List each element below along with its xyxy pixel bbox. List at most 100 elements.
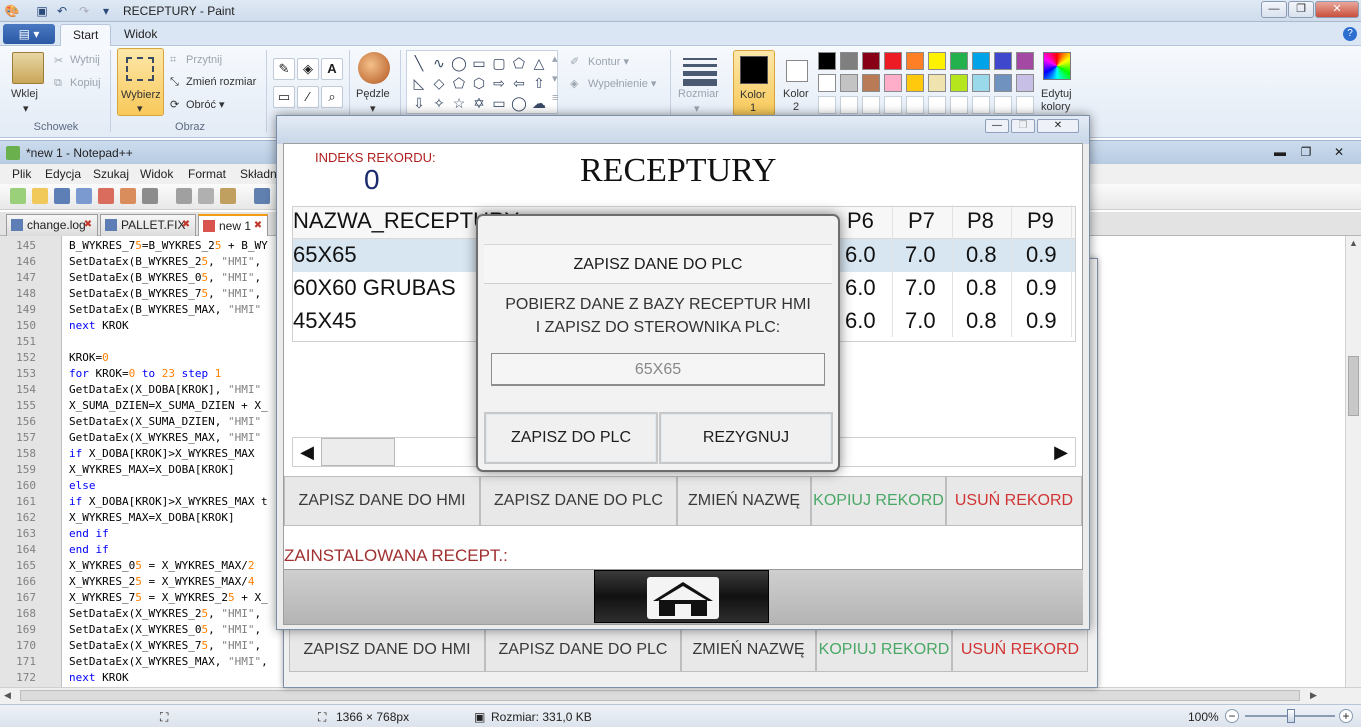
right-arrow-shape-icon[interactable]: ⇨ [489,73,509,93]
copy-icon[interactable]: ⧉ [54,77,62,90]
back-rename-button[interactable]: ZMIEŃ NAZWĘ [681,628,816,672]
code-line[interactable]: SetDataEx(B_WYKRES_25, "HMI", [69,255,261,268]
paint-file-menu-button[interactable]: ▤ ▾ [3,24,55,44]
code-line[interactable]: X_WYKRES_MAX=X_DOBA[KROK] [69,463,235,476]
maximize-button[interactable]: ❐ [1288,1,1314,18]
code-line[interactable]: SetDataEx(X_WYKRES_25, "HMI", [69,607,261,620]
polygon-shape-icon[interactable]: ⬠ [509,53,529,73]
code-line[interactable]: else [69,479,96,492]
horizontal-scrollbar[interactable]: ◀ ▶ [0,687,1361,704]
code-line[interactable]: X_WYKRES_05 = X_WYKRES_MAX/2 [69,559,254,572]
size-dropdown-icon[interactable]: ▾ [694,102,700,115]
palette-color-swatch[interactable] [1016,52,1034,70]
brush-dropdown-icon[interactable]: ▾ [370,102,376,115]
code-line[interactable]: X_SUMA_DZIEN=X_SUMA_DZIEN + X_ [69,399,268,412]
resize-label[interactable]: Zmień rozmiar [186,76,256,88]
save-icon[interactable]: ▣ [34,3,50,19]
dialog-cancel-button[interactable]: REZYGNUJ [659,412,833,464]
back-copy-record-button[interactable]: KOPIUJ REKORD [816,628,952,672]
close-tab-icon[interactable]: ✖ [180,219,192,231]
edit-colors-icon[interactable] [1043,52,1071,80]
save-file-icon[interactable] [54,188,70,204]
close-tab-icon[interactable]: ✖ [82,219,94,231]
palette-color-swatch[interactable] [840,74,858,92]
crop-icon[interactable]: ⌗ [170,54,176,67]
zoom-in-button[interactable]: + [1339,709,1353,723]
code-line[interactable]: SetDataEx(X_SUMA_DZIEN, "HMI" [69,415,261,428]
crop-label[interactable]: Przytnij [186,54,222,66]
hmi-close-button[interactable]: ✕ [1037,119,1079,133]
col-header-p9[interactable]: P9 [1027,205,1054,237]
palette-color-swatch[interactable] [950,74,968,92]
table-scroll-right-icon[interactable]: ▶ [1047,438,1075,466]
palette-color-swatch[interactable] [994,74,1012,92]
palette-color-swatch[interactable] [994,52,1012,70]
code-line[interactable]: if X_DOBA[KROK]>X_WYKRES_MAX t [69,495,268,508]
curve-shape-icon[interactable]: ∿ [429,53,449,73]
rename-button[interactable]: ZMIEŃ NAZWĘ [677,476,811,526]
palette-custom-color-slot[interactable] [1016,96,1034,114]
code-line[interactable]: SetDataEx(B_WYKRES_75, "HMI", [69,287,261,300]
menu-widok[interactable]: Widok [140,167,173,181]
minimize-button[interactable]: — [1261,1,1287,18]
code-line[interactable]: if X_DOBA[KROK]>X_WYKRES_MAX [69,447,254,460]
color1-button[interactable]: Kolor 1 [733,50,775,116]
scroll-thumb[interactable] [1348,356,1359,416]
code-line[interactable]: SetDataEx(B_WYKRES_MAX, "HMI" [69,303,261,316]
cut-icon[interactable]: ✂ [54,54,63,67]
recipe-name-field[interactable]: 65X65 [491,353,825,386]
brush-icon[interactable] [358,52,390,84]
scroll-right-icon[interactable]: ▶ [1310,690,1317,701]
menu-skladnia[interactable]: Składn [240,167,277,181]
save-to-plc-button[interactable]: ZAPISZ DANE DO PLC [480,476,677,526]
palette-color-swatch[interactable] [928,74,946,92]
code-line[interactable]: for KROK=0 to 23 step 1 [69,367,221,380]
pencil-icon[interactable]: ✎ [273,58,295,80]
notepad-minimize-button[interactable]: ▬ [1270,145,1290,159]
home-button[interactable] [594,570,769,623]
copy-record-button[interactable]: KOPIUJ REKORD [811,476,946,526]
hmi-maximize-button[interactable]: ❐ [1011,119,1035,133]
code-line[interactable]: next KROK [69,319,129,332]
five-point-star-shape-icon[interactable]: ☆ [449,93,469,113]
palette-color-swatch[interactable] [818,74,836,92]
table-scroll-thumb[interactable] [321,438,395,466]
save-all-icon[interactable] [76,188,92,204]
code-line[interactable]: X_WYKRES_MAX=X_DOBA[KROK] [69,511,235,524]
notepad-maximize-button[interactable]: ❐ [1296,145,1316,159]
down-arrow-shape-icon[interactable]: ⇩ [409,93,429,113]
select-button[interactable]: Wybierz ▾ [117,48,164,116]
magnifier-icon[interactable]: ⌕ [321,86,343,108]
code-line[interactable]: X_WYKRES_75 = X_WYKRES_25 + X_ [69,591,268,604]
palette-custom-color-slot[interactable] [972,96,990,114]
undo-toolbar-icon[interactable] [254,188,270,204]
back-delete-record-button[interactable]: USUŃ REKORD [952,628,1088,672]
menu-szukaj[interactable]: Szukaj [93,167,129,181]
size-icon[interactable] [683,54,717,86]
rotate-label[interactable]: Obróć ▾ [186,98,225,111]
edit-colors-label-2[interactable]: kolory [1041,101,1070,113]
dialog-save-to-plc-button[interactable]: ZAPISZ DO PLC [484,412,658,464]
quick-access-dropdown-icon[interactable]: ▾ [98,3,114,19]
callout-rect-shape-icon[interactable]: ▭ [489,93,509,113]
right-triangle-shape-icon[interactable]: ◺ [409,73,429,93]
delete-record-button[interactable]: USUŃ REKORD [946,476,1082,526]
close-all-icon[interactable] [120,188,136,204]
paste-icon[interactable] [12,52,44,84]
rounded-rectangle-shape-icon[interactable]: ▢ [489,53,509,73]
cut-label[interactable]: Wytnij [70,54,100,66]
code-line[interactable]: GetDataEx(X_WYKRES_MAX, "HMI" [69,431,261,444]
close-tab-icon[interactable]: ✖ [252,220,264,232]
line-shape-icon[interactable]: ╲ [409,53,429,73]
code-line[interactable]: SetDataEx(X_WYKRES_75, "HMI", [69,639,261,652]
palette-custom-color-slot[interactable] [906,96,924,114]
resize-icon[interactable]: ⤡ [170,76,179,89]
copy-toolbar-icon[interactable] [198,188,214,204]
col-header-p8[interactable]: P8 [967,205,994,237]
save-to-hmi-button[interactable]: ZAPISZ DANE DO HMI [284,476,480,526]
fill-bucket-icon[interactable]: ◈ [297,58,319,80]
rectangle-shape-icon[interactable]: ▭ [469,53,489,73]
edit-colors-label-1[interactable]: Edytuj [1041,88,1072,100]
help-icon[interactable]: ? [1343,27,1357,41]
close-file-icon[interactable] [98,188,114,204]
